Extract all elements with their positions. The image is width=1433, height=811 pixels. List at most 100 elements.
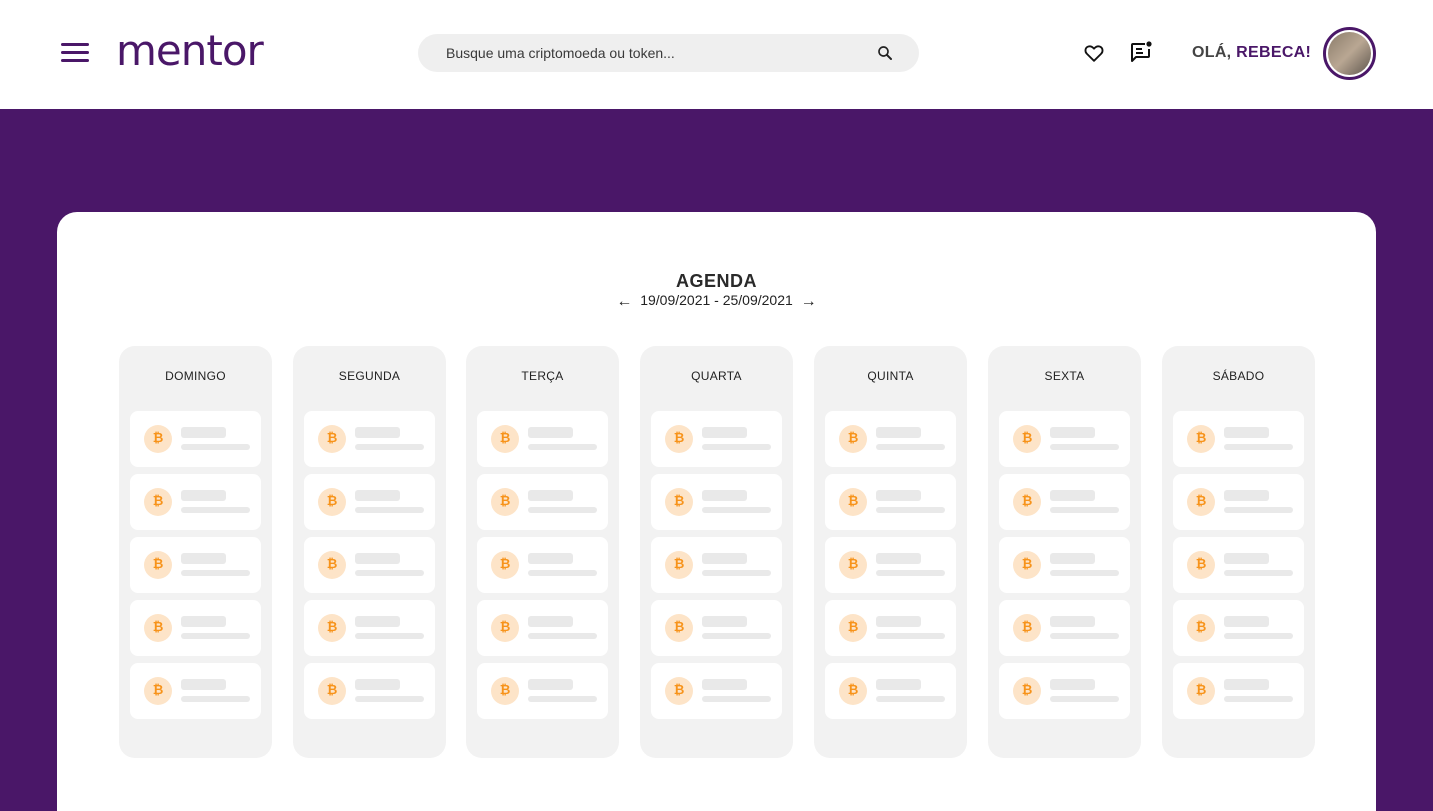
bitcoin-icon: ₿ <box>839 677 867 705</box>
skeleton-title <box>1224 616 1269 627</box>
agenda-slot[interactable]: ₿ <box>651 474 782 530</box>
menu-icon[interactable] <box>61 43 89 63</box>
skeleton-subtitle <box>181 444 250 450</box>
user-name: REBECA! <box>1236 44 1312 61</box>
day-column: DOMINGO ₿ ₿ ₿ ₿ ₿ <box>119 346 272 758</box>
agenda-slot[interactable]: ₿ <box>130 600 261 656</box>
skeleton-subtitle <box>702 570 771 576</box>
skeleton-subtitle <box>702 696 771 702</box>
logo[interactable]: mentor <box>116 26 264 76</box>
agenda-slot[interactable]: ₿ <box>825 411 956 467</box>
skeleton-subtitle <box>528 570 597 576</box>
skeleton-title <box>355 679 400 690</box>
bitcoin-icon: ₿ <box>144 425 172 453</box>
agenda-slot[interactable]: ₿ <box>825 663 956 719</box>
agenda-slot[interactable]: ₿ <box>1173 474 1304 530</box>
agenda-slot[interactable]: ₿ <box>130 663 261 719</box>
agenda-slot[interactable]: ₿ <box>651 537 782 593</box>
agenda-slot[interactable]: ₿ <box>1173 600 1304 656</box>
agenda-slot[interactable]: ₿ <box>1173 537 1304 593</box>
skeleton-title <box>702 427 747 438</box>
day-column: SEXTA ₿ ₿ ₿ ₿ ₿ <box>988 346 1141 758</box>
skeleton-title <box>1050 679 1095 690</box>
agenda-slot[interactable]: ₿ <box>130 474 261 530</box>
prev-week-arrow-icon[interactable]: ← <box>612 294 636 310</box>
agenda-slot[interactable]: ₿ <box>999 474 1130 530</box>
avatar[interactable] <box>1323 27 1376 80</box>
bitcoin-icon: ₿ <box>318 488 346 516</box>
agenda-slot[interactable]: ₿ <box>999 663 1130 719</box>
skeleton-subtitle <box>876 507 945 513</box>
skeleton-subtitle <box>702 507 771 513</box>
agenda-slot[interactable]: ₿ <box>477 411 608 467</box>
agenda-slot[interactable]: ₿ <box>825 600 956 656</box>
skeleton-subtitle <box>702 444 771 450</box>
bitcoin-icon: ₿ <box>1187 551 1215 579</box>
bitcoin-icon: ₿ <box>1013 614 1041 642</box>
skeleton-title <box>181 490 226 501</box>
agenda-slot[interactable]: ₿ <box>304 663 435 719</box>
skeleton-subtitle <box>355 444 424 450</box>
skeleton-subtitle <box>355 507 424 513</box>
skeleton-subtitle <box>181 570 250 576</box>
next-week-arrow-icon[interactable]: → <box>797 294 821 310</box>
agenda-slot[interactable]: ₿ <box>651 663 782 719</box>
week-range: ← 19/09/2021 - 25/09/2021 → <box>57 292 1376 310</box>
agenda-slot[interactable]: ₿ <box>1173 663 1304 719</box>
day-name: SEGUNDA <box>338 369 401 383</box>
bitcoin-icon: ₿ <box>665 425 693 453</box>
skeleton-title <box>181 679 226 690</box>
skeleton-subtitle <box>1224 696 1293 702</box>
day-column: TERÇA ₿ ₿ ₿ ₿ ₿ <box>466 346 619 758</box>
skeleton-subtitle <box>1050 696 1119 702</box>
skeleton-subtitle <box>528 444 597 450</box>
skeleton-title <box>1050 616 1095 627</box>
agenda-slot[interactable]: ₿ <box>477 600 608 656</box>
agenda-title: AGENDA <box>675 271 757 291</box>
agenda-slot[interactable]: ₿ <box>304 474 435 530</box>
skeleton-title <box>528 616 573 627</box>
skeleton-title <box>528 553 573 564</box>
skeleton-title <box>1224 553 1269 564</box>
user-greeting: OLÁ, REBECA! <box>1192 44 1311 62</box>
agenda-slot[interactable]: ₿ <box>1173 411 1304 467</box>
agenda-slot[interactable]: ₿ <box>304 600 435 656</box>
skeleton-title <box>702 553 747 564</box>
bitcoin-icon: ₿ <box>839 425 867 453</box>
bitcoin-icon: ₿ <box>1013 425 1041 453</box>
agenda-slot[interactable]: ₿ <box>477 663 608 719</box>
skeleton-subtitle <box>528 507 597 513</box>
agenda-slot[interactable]: ₿ <box>651 600 782 656</box>
agenda-slot[interactable]: ₿ <box>304 411 435 467</box>
agenda-slot[interactable]: ₿ <box>651 411 782 467</box>
bitcoin-icon: ₿ <box>1187 614 1215 642</box>
agenda-slot[interactable]: ₿ <box>130 537 261 593</box>
agenda-slot[interactable]: ₿ <box>825 474 956 530</box>
bitcoin-icon: ₿ <box>318 425 346 453</box>
agenda-slot[interactable]: ₿ <box>999 600 1130 656</box>
bitcoin-icon: ₿ <box>491 677 519 705</box>
agenda-slot[interactable]: ₿ <box>304 537 435 593</box>
day-column: QUARTA ₿ ₿ ₿ ₿ ₿ <box>640 346 793 758</box>
heart-icon[interactable] <box>1083 42 1105 64</box>
search-icon[interactable] <box>876 44 894 62</box>
skeleton-subtitle <box>181 633 250 639</box>
bitcoin-icon: ₿ <box>1013 551 1041 579</box>
skeleton-title <box>702 616 747 627</box>
agenda-slot[interactable]: ₿ <box>477 537 608 593</box>
day-name: QUARTA <box>691 369 742 383</box>
skeleton-title <box>181 616 226 627</box>
agenda-slot[interactable]: ₿ <box>999 411 1130 467</box>
agenda-slot[interactable]: ₿ <box>130 411 261 467</box>
skeleton-subtitle <box>355 633 424 639</box>
skeleton-subtitle <box>181 507 250 513</box>
skeleton-title <box>876 553 921 564</box>
agenda-slot[interactable]: ₿ <box>477 474 608 530</box>
bitcoin-icon: ₿ <box>1187 677 1215 705</box>
bitcoin-icon: ₿ <box>318 551 346 579</box>
agenda-slot[interactable]: ₿ <box>825 537 956 593</box>
agenda-slot[interactable]: ₿ <box>999 537 1130 593</box>
chat-notification-icon[interactable] <box>1129 40 1153 64</box>
skeleton-title <box>355 490 400 501</box>
search-input[interactable] <box>446 34 866 72</box>
